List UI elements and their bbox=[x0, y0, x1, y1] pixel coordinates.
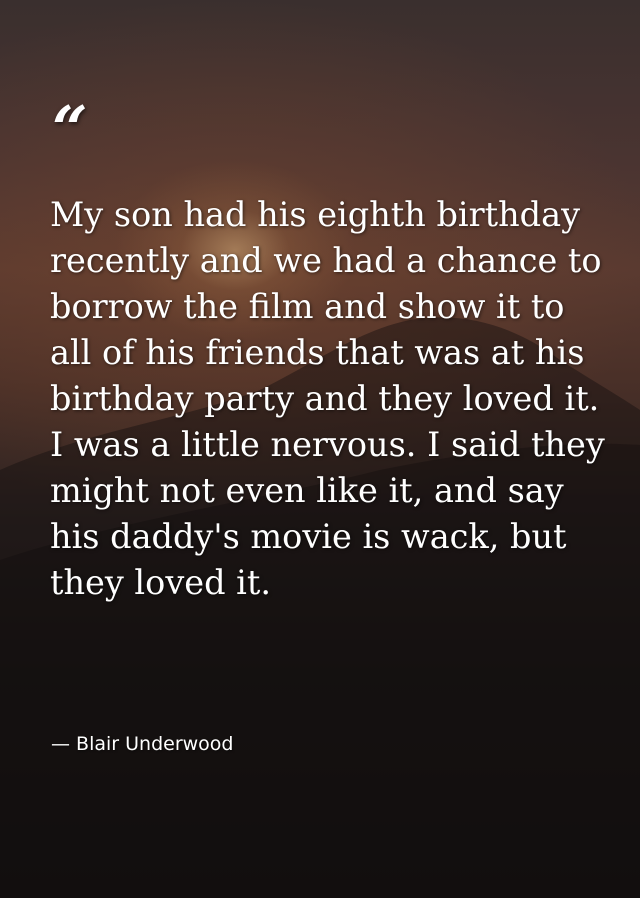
quote-author: — Blair Underwood bbox=[51, 733, 234, 755]
quotation-mark-icon: “ bbox=[52, 92, 88, 165]
quote-text: My son had his eighth birthday recently … bbox=[50, 195, 605, 602]
